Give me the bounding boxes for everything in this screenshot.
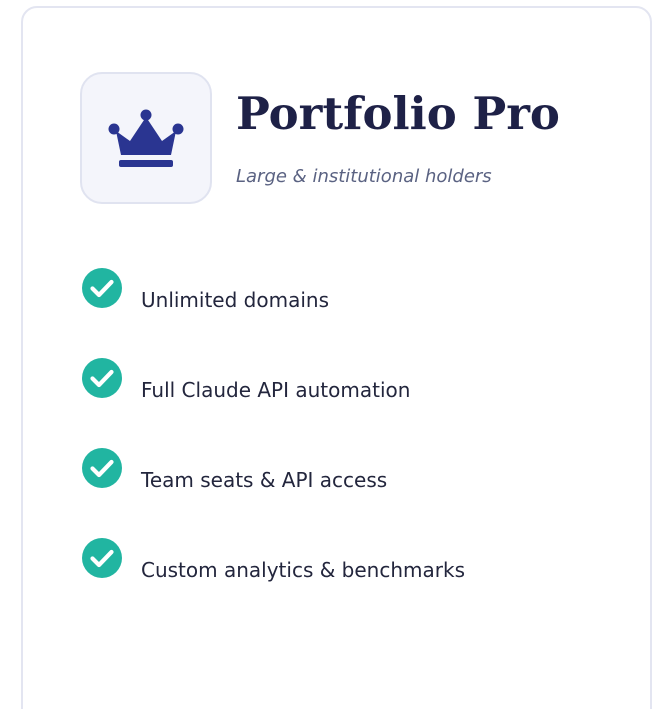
feature-label: Full Claude API automation (141, 378, 411, 402)
check-circle-icon (82, 448, 122, 488)
feature-label: Team seats & API access (141, 468, 388, 492)
feature-label: Unlimited domains (141, 288, 329, 312)
plan-subtitle: Large & institutional holders (236, 166, 492, 187)
check-circle-icon (82, 538, 122, 578)
plan-icon-tile (80, 72, 212, 204)
crown-icon (108, 109, 184, 167)
check-circle-icon (82, 358, 122, 398)
check-circle-icon (82, 268, 122, 308)
plan-card: Portfolio Pro Large & institutional hold… (21, 6, 652, 709)
feature-label: Custom analytics & benchmarks (141, 558, 465, 582)
plan-title: Portfolio Pro (236, 87, 560, 140)
